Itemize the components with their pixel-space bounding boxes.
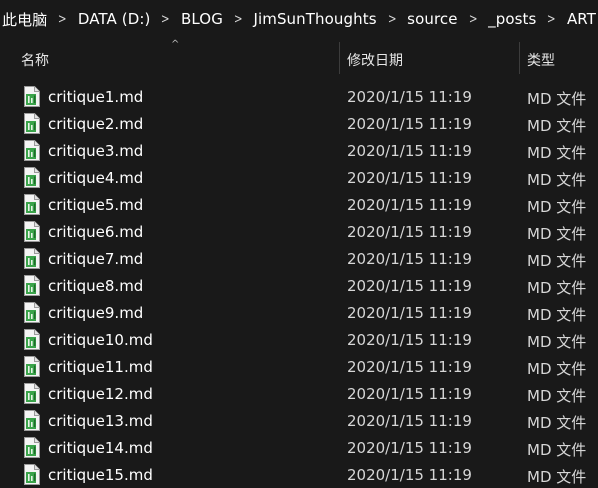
file-type: MD 文件	[527, 144, 587, 162]
file-row[interactable]: critique4.md 2020/1/15 11:19 MD 文件	[0, 164, 598, 191]
file-type: MD 文件	[527, 117, 587, 135]
markdown-file-icon	[23, 464, 40, 485]
markdown-file-icon	[23, 194, 40, 215]
file-name[interactable]: critique5.md	[48, 196, 143, 214]
file-type: MD 文件	[527, 441, 587, 459]
file-row[interactable]: critique9.md 2020/1/15 11:19 MD 文件	[0, 299, 598, 326]
markdown-file-icon	[23, 410, 40, 431]
file-date-modified: 2020/1/15 11:19	[347, 277, 472, 295]
file-date-modified: 2020/1/15 11:19	[347, 88, 472, 106]
file-date-modified: 2020/1/15 11:19	[347, 385, 472, 403]
file-type: MD 文件	[527, 171, 587, 189]
breadcrumb-item-jimsunthoughts[interactable]: JimSunThoughts	[251, 10, 378, 28]
breadcrumb-item-art[interactable]: ART	[565, 10, 598, 28]
breadcrumb-item-blog[interactable]: BLOG	[179, 10, 225, 28]
markdown-file-icon	[23, 113, 40, 134]
file-name[interactable]: critique7.md	[48, 250, 143, 268]
file-type: MD 文件	[527, 198, 587, 216]
sort-ascending-icon: ^	[171, 39, 180, 50]
file-type: MD 文件	[527, 387, 587, 405]
markdown-file-icon	[23, 329, 40, 350]
file-type: MD 文件	[527, 279, 587, 297]
file-type: MD 文件	[527, 360, 587, 378]
file-row[interactable]: critique3.md 2020/1/15 11:19 MD 文件	[0, 137, 598, 164]
column-headers: ^ 名称 修改日期 类型	[0, 38, 598, 78]
breadcrumb-item-source[interactable]: source	[405, 10, 459, 28]
markdown-file-icon	[23, 248, 40, 269]
file-type: MD 文件	[527, 333, 587, 351]
file-date-modified: 2020/1/15 11:19	[347, 331, 472, 349]
file-row[interactable]: critique2.md 2020/1/15 11:19 MD 文件	[0, 110, 598, 137]
breadcrumb-item-data-drive[interactable]: DATA (D:)	[76, 10, 153, 28]
file-name[interactable]: critique12.md	[48, 385, 153, 403]
file-row[interactable]: critique13.md 2020/1/15 11:19 MD 文件	[0, 407, 598, 434]
breadcrumb-separator-icon[interactable]: >	[155, 12, 176, 27]
file-type: MD 文件	[527, 414, 587, 432]
file-row[interactable]: critique14.md 2020/1/15 11:19 MD 文件	[0, 434, 598, 461]
file-type: MD 文件	[527, 252, 587, 270]
file-date-modified: 2020/1/15 11:19	[347, 142, 472, 160]
file-name[interactable]: critique4.md	[48, 169, 143, 187]
file-row[interactable]: critique6.md 2020/1/15 11:19 MD 文件	[0, 218, 598, 245]
breadcrumb-separator-icon[interactable]: >	[381, 12, 402, 27]
file-date-modified: 2020/1/15 11:19	[347, 304, 472, 322]
file-type: MD 文件	[527, 90, 587, 108]
file-date-modified: 2020/1/15 11:19	[347, 250, 472, 268]
markdown-file-icon	[23, 356, 40, 377]
file-list: critique1.md 2020/1/15 11:19 MD 文件 criti…	[0, 83, 598, 488]
file-name[interactable]: critique14.md	[48, 439, 153, 457]
file-name[interactable]: critique3.md	[48, 142, 143, 160]
markdown-file-icon	[23, 302, 40, 323]
file-explorer-window: 此电脑 > DATA (D:) > BLOG > JimSunThoughts …	[0, 0, 598, 488]
markdown-file-icon	[23, 437, 40, 458]
file-type: MD 文件	[527, 225, 587, 243]
file-date-modified: 2020/1/15 11:19	[347, 196, 472, 214]
file-name[interactable]: critique10.md	[48, 331, 153, 349]
breadcrumb[interactable]: 此电脑 > DATA (D:) > BLOG > JimSunThoughts …	[0, 0, 598, 38]
file-row[interactable]: critique1.md 2020/1/15 11:19 MD 文件	[0, 83, 598, 110]
column-divider[interactable]	[339, 42, 340, 74]
markdown-file-icon	[23, 383, 40, 404]
file-row[interactable]: critique11.md 2020/1/15 11:19 MD 文件	[0, 353, 598, 380]
column-header-date-modified[interactable]: 修改日期	[347, 50, 403, 70]
file-type: MD 文件	[527, 306, 587, 324]
file-row[interactable]: critique15.md 2020/1/15 11:19 MD 文件	[0, 461, 598, 488]
file-name[interactable]: critique13.md	[48, 412, 153, 430]
breadcrumb-separator-icon[interactable]: >	[541, 12, 562, 27]
markdown-file-icon	[23, 140, 40, 161]
file-row[interactable]: critique7.md 2020/1/15 11:19 MD 文件	[0, 245, 598, 272]
file-type: MD 文件	[527, 468, 587, 486]
file-date-modified: 2020/1/15 11:19	[347, 466, 472, 484]
file-date-modified: 2020/1/15 11:19	[347, 169, 472, 187]
file-date-modified: 2020/1/15 11:19	[347, 439, 472, 457]
file-row[interactable]: critique5.md 2020/1/15 11:19 MD 文件	[0, 191, 598, 218]
file-name[interactable]: critique1.md	[48, 88, 143, 106]
file-date-modified: 2020/1/15 11:19	[347, 115, 472, 133]
markdown-file-icon	[23, 221, 40, 242]
file-name[interactable]: critique2.md	[48, 115, 143, 133]
column-header-name[interactable]: 名称	[21, 50, 49, 70]
breadcrumb-item-this-pc[interactable]: 此电脑	[0, 9, 49, 30]
file-row[interactable]: critique8.md 2020/1/15 11:19 MD 文件	[0, 272, 598, 299]
file-date-modified: 2020/1/15 11:19	[347, 412, 472, 430]
file-name[interactable]: critique11.md	[48, 358, 153, 376]
breadcrumb-separator-icon[interactable]: >	[52, 12, 73, 27]
file-date-modified: 2020/1/15 11:19	[347, 223, 472, 241]
markdown-file-icon	[23, 275, 40, 296]
breadcrumb-item-posts[interactable]: _posts	[486, 10, 538, 28]
file-name[interactable]: critique6.md	[48, 223, 143, 241]
markdown-file-icon	[23, 167, 40, 188]
file-date-modified: 2020/1/15 11:19	[347, 358, 472, 376]
breadcrumb-separator-icon[interactable]: >	[462, 12, 483, 27]
file-name[interactable]: critique9.md	[48, 304, 143, 322]
file-row[interactable]: critique10.md 2020/1/15 11:19 MD 文件	[0, 326, 598, 353]
file-row[interactable]: critique12.md 2020/1/15 11:19 MD 文件	[0, 380, 598, 407]
file-name[interactable]: critique15.md	[48, 466, 153, 484]
column-divider[interactable]	[519, 42, 520, 74]
breadcrumb-separator-icon[interactable]: >	[228, 12, 249, 27]
markdown-file-icon	[23, 86, 40, 107]
column-header-type[interactable]: 类型	[527, 50, 555, 70]
file-name[interactable]: critique8.md	[48, 277, 143, 295]
